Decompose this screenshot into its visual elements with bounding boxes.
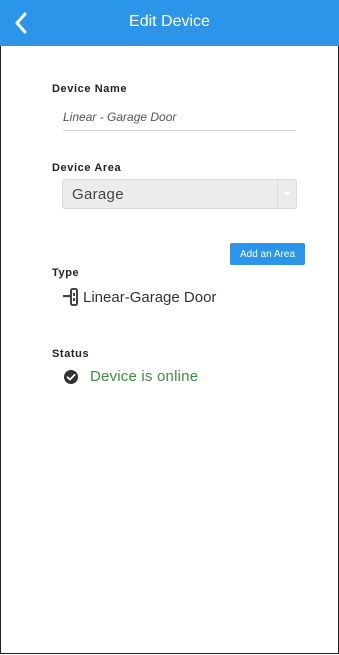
device-name-label: Device Name: [52, 83, 128, 95]
device-area-selected-value: Garage: [72, 186, 124, 203]
app-bar: Edit Device: [0, 0, 339, 46]
status-text: Device is online: [90, 368, 199, 385]
garage-door-lock-icon: [63, 288, 78, 306]
device-area-select[interactable]: Garage: [62, 179, 297, 209]
check-circle-icon: [64, 369, 78, 384]
device-area-label: Device Area: [52, 162, 122, 174]
device-type: Linear-Garage Door: [62, 288, 216, 306]
device-name-input[interactable]: [63, 104, 296, 131]
device-status: Device is online: [64, 368, 198, 385]
chevron-down-icon: [284, 192, 290, 196]
page-title: Edit Device: [129, 13, 210, 30]
type-label: Type: [52, 267, 80, 279]
dropdown-arrow: [277, 180, 296, 208]
device-frame: [0, 0, 339, 654]
add-area-button[interactable]: Add an Area: [230, 243, 305, 265]
device-type-value: Linear-Garage Door: [83, 288, 217, 306]
status-label: Status: [52, 348, 90, 360]
